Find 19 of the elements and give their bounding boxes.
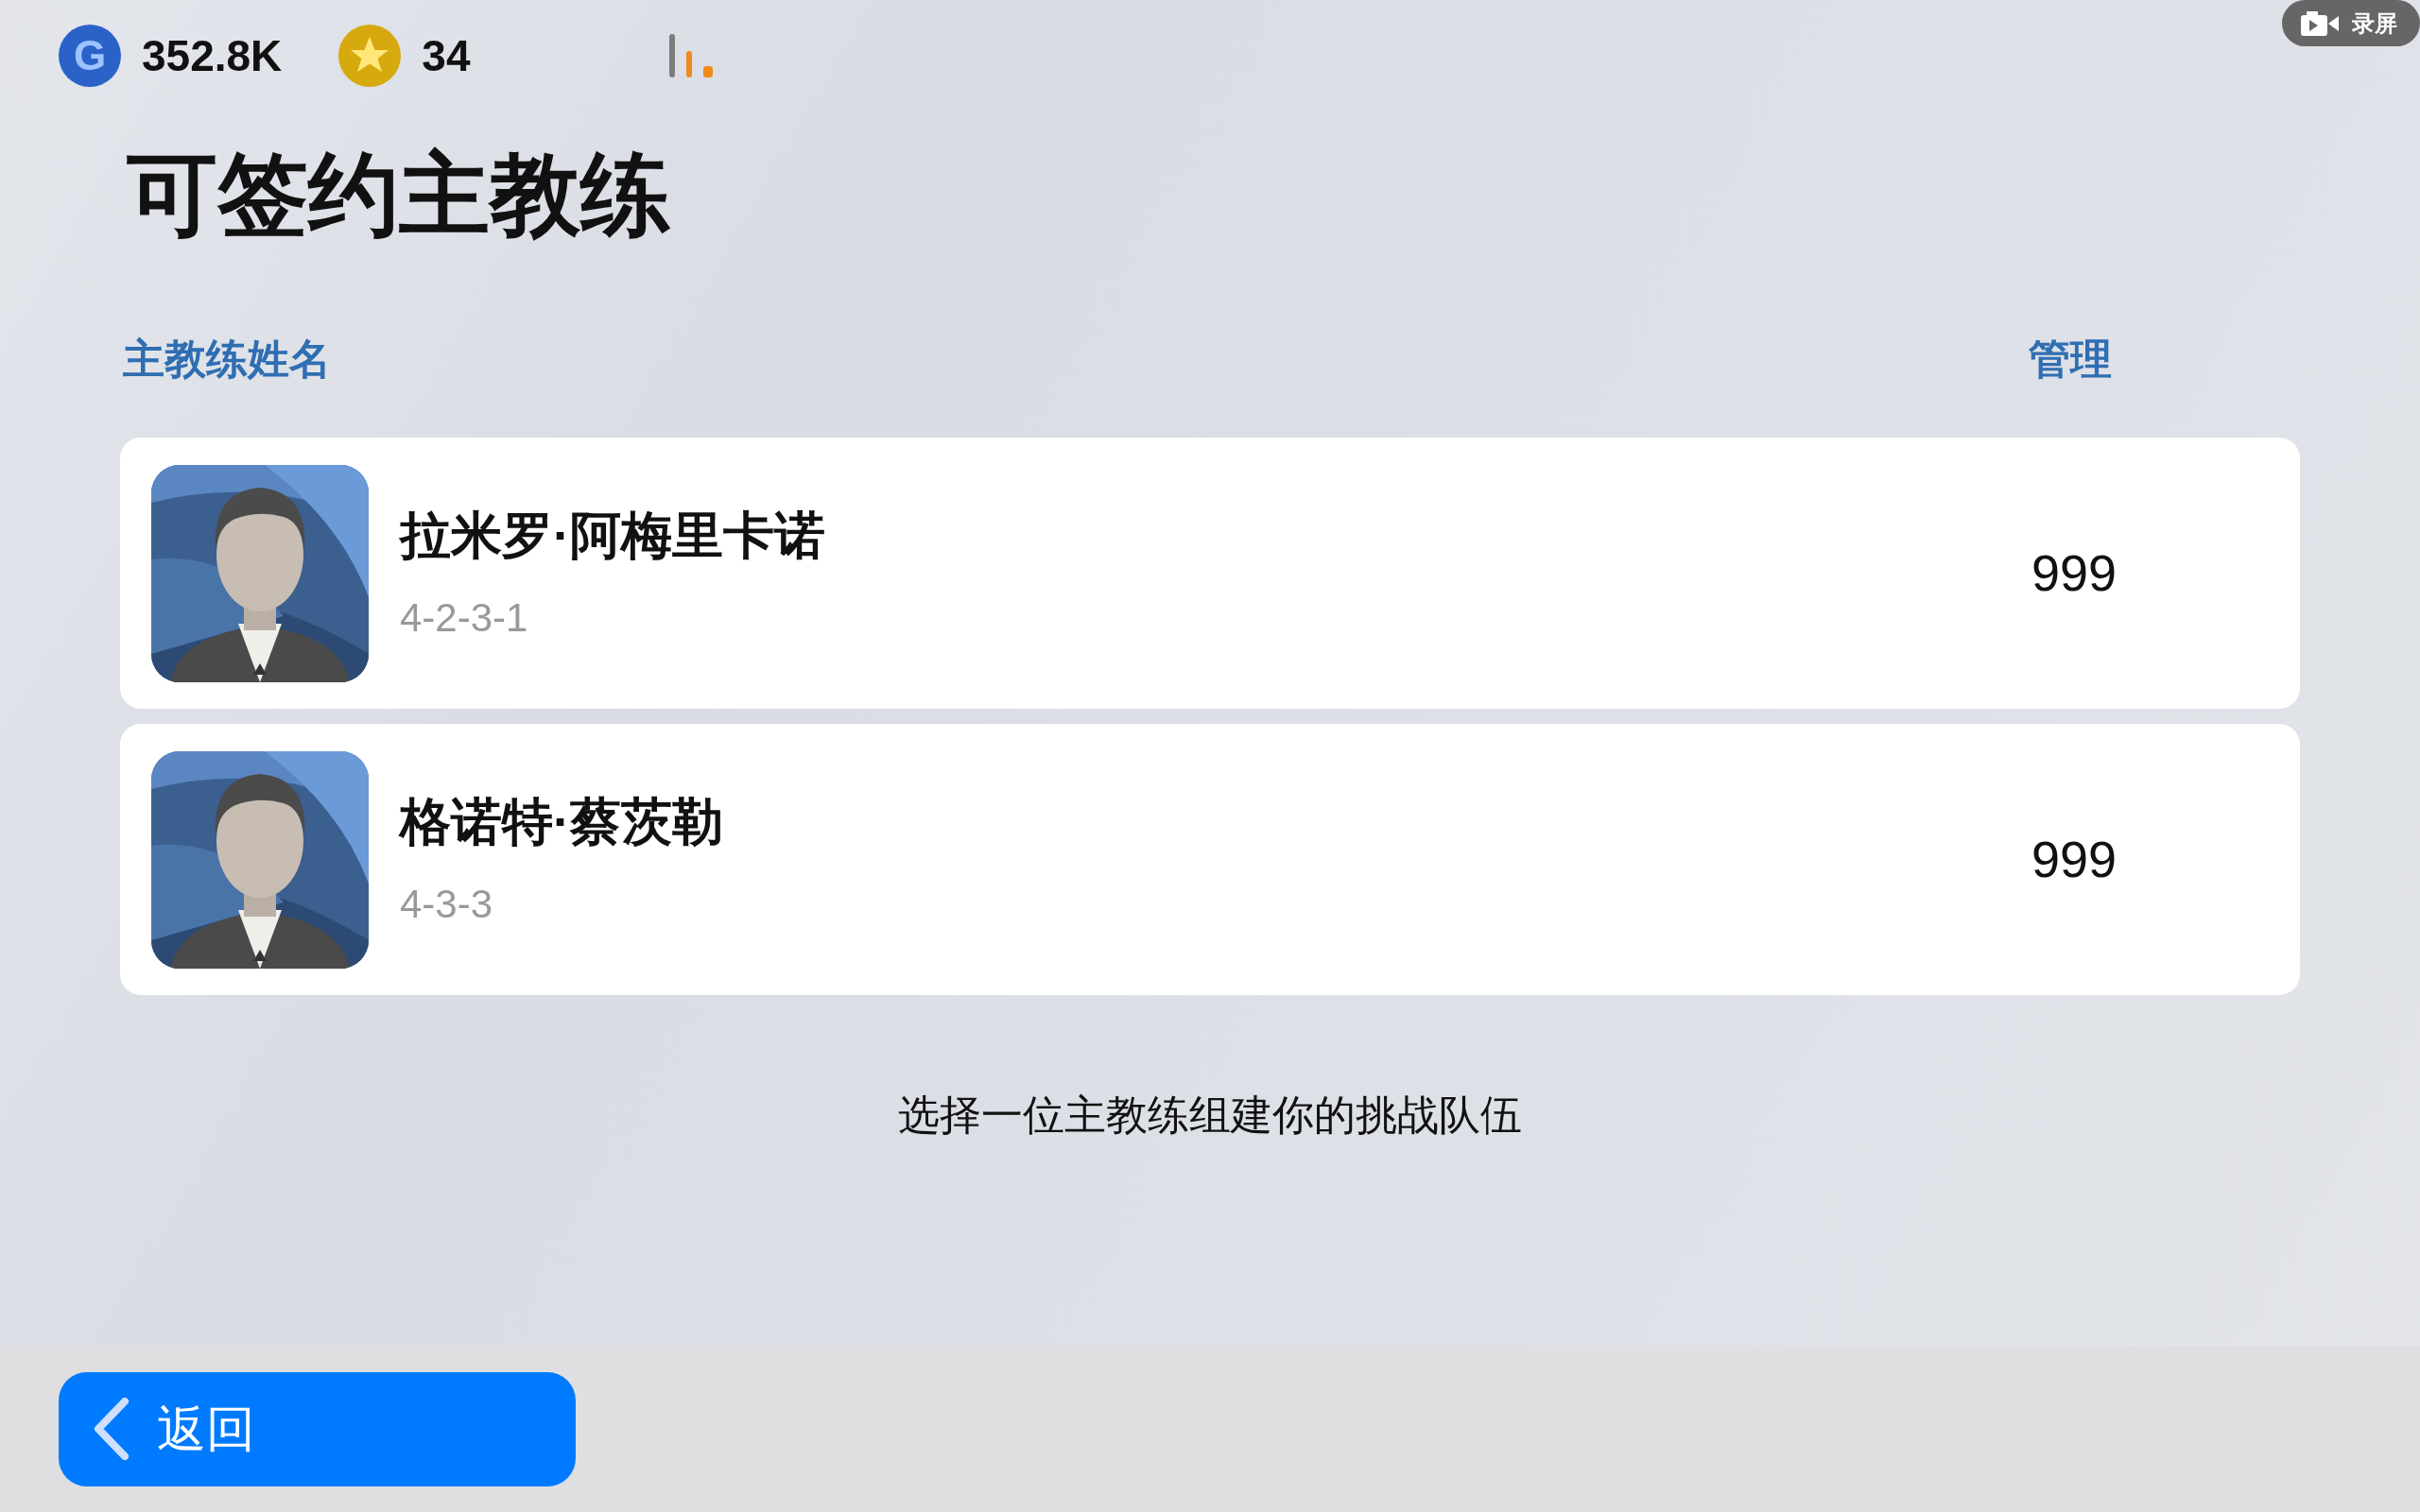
coach-name: 拉米罗·阿梅里卡诺 bbox=[400, 508, 826, 560]
currency-amount: 352.8K bbox=[142, 29, 283, 82]
formation-text: 4-3-3 bbox=[400, 884, 494, 924]
chevron-left-icon bbox=[93, 1398, 130, 1460]
video-camera-icon bbox=[2301, 10, 2339, 36]
currency-amount: 34 bbox=[422, 29, 471, 82]
screen-record-badge[interactable]: 录屏 bbox=[2282, 0, 2420, 46]
column-header: 主教练姓名 bbox=[123, 335, 331, 384]
management-value: 999 bbox=[2031, 830, 2117, 889]
coach-card[interactable]: 拉米罗·阿梅里卡诺 4-2-3-1 999 bbox=[120, 438, 2300, 709]
formation-text: 4-2-3-1 bbox=[400, 597, 529, 638]
coin-icon: G bbox=[59, 25, 121, 87]
coach-name: 格诺特·蔡茨勒 bbox=[400, 795, 724, 847]
column-header: 管理 bbox=[2029, 335, 2112, 384]
record-label: 录屏 bbox=[2352, 9, 2397, 38]
management-value: 999 bbox=[2031, 543, 2117, 603]
hint-text: 选择一位主教练组建你的挑战队伍 bbox=[897, 1091, 1523, 1140]
coach-card[interactable]: 格诺特·蔡茨勒 4-3-3 999 bbox=[120, 724, 2300, 995]
back-button[interactable]: 返回 bbox=[59, 1371, 576, 1486]
